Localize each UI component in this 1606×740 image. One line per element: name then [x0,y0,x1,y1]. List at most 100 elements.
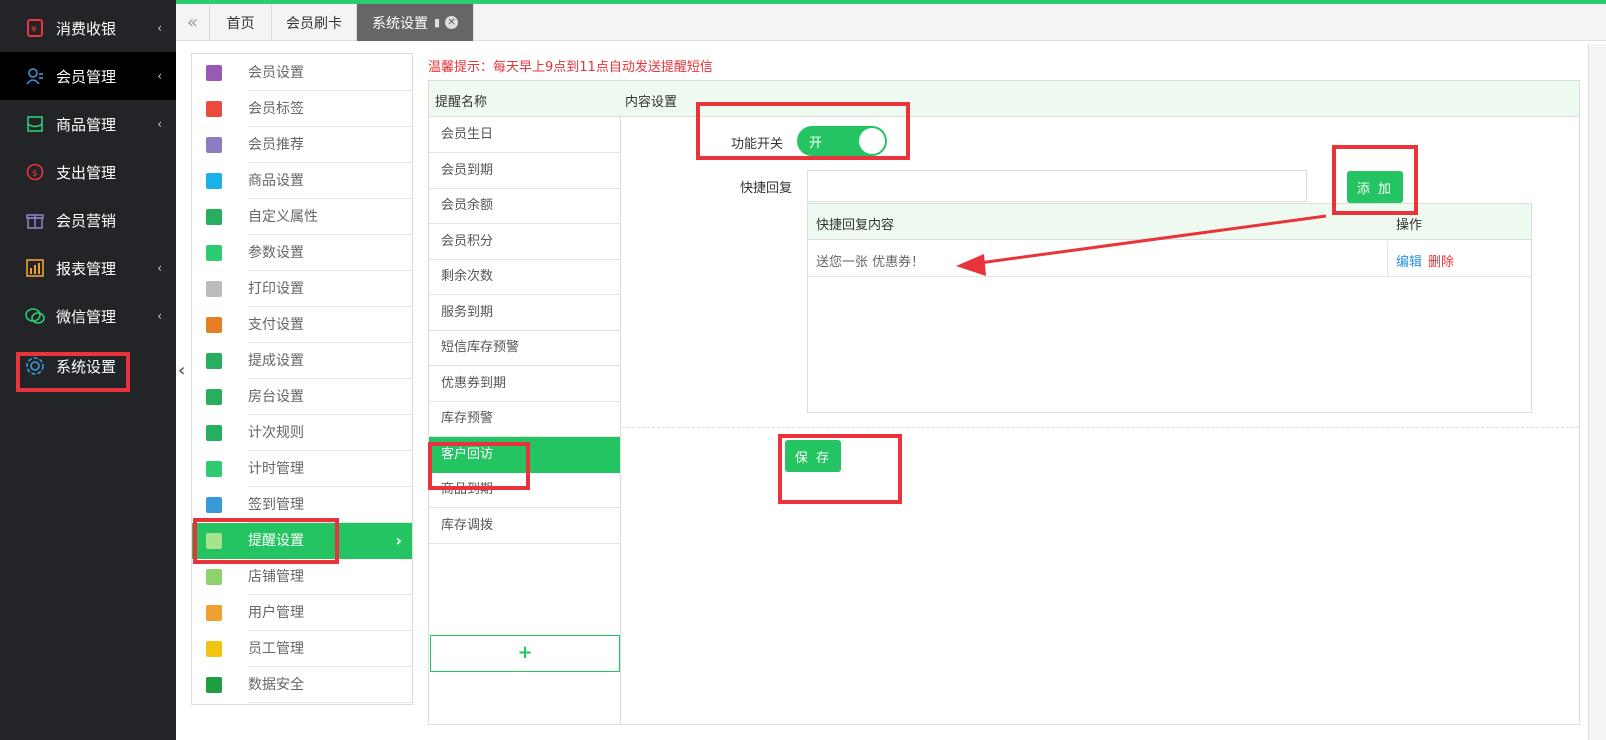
reminder-list: 库存调拨 商品到期 客户回访 库存预警 优惠券到期 短信库存预警 服务到期 剩余次数 会员积分会… [429,117,621,724]
reminder-item[interactable]: 会员积分 [429,224,620,260]
pin-icon[interactable]: ▮ [434,16,440,29]
cashier-icon: ¥ [24,17,46,39]
submenu-item[interactable]: 商品设置 [192,163,412,199]
collapse-menu-button[interactable]: ‹ [178,360,185,381]
submenu-item[interactable]: 提醒设置 › [192,523,412,559]
submenu-item[interactable]: 会员设置 [192,55,412,91]
main-sidebar: ¥ 消费收银 ‹ 会员管理 ‹ 商品管理 ‹ $ 支出管理 会员营销 报表管理 … [0,0,176,740]
submenu-item-label: 数据安全 [248,667,412,703]
add-reminder-button[interactable]: + [430,635,620,672]
sidebar-item-wechat[interactable]: 微信管理 ‹ [0,292,176,340]
reply-content: 送您一张 优惠券！ [816,255,925,270]
submenu-item[interactable]: 店铺管理 [192,559,412,595]
page-scrollbar[interactable] [1588,44,1606,740]
sidebar-item-members[interactable]: 会员管理 ‹ [0,52,176,100]
submenu-item[interactable]: 支付设置 [192,307,412,343]
tab-member-card[interactable]: 会员刷卡 [272,4,357,41]
sidebar-item-label: 系统设置 [56,357,117,376]
reminder-item[interactable]: 库存调拨 [429,508,620,544]
sidebar-item-reports[interactable]: 报表管理 ‹ [0,244,176,292]
submenu-item[interactable]: 员工管理 [192,631,412,667]
submenu-item-label: 签到管理 [248,487,412,523]
submenu-item[interactable]: 数据安全 [192,667,412,703]
sidebar-item-expense[interactable]: $ 支出管理 [0,148,176,196]
header-content-settings: 内容设置 [625,95,678,110]
submenu-item-label: 提成设置 [248,343,412,379]
sidebar-item-label: 会员管理 [56,67,117,86]
submenu-item[interactable]: 计时管理 [192,451,412,487]
goods-icon [24,113,46,135]
submenu-item-icon [206,65,222,81]
reminder-item[interactable]: 短信库存预警 [429,330,620,366]
report-icon [24,257,46,279]
toggle-knob [859,128,885,154]
submenu-item[interactable]: 用户管理 [192,595,412,631]
submenu-item-icon [206,461,222,477]
switch-label: 功能开关 [731,137,784,152]
sidebar-item-label: 消费收银 [56,19,117,38]
reminder-panel: 提醒名称 内容设置 库存调拨 商品到期 客户回访 库存预警 优惠券到期 短信库存预警 服务到… [428,80,1580,725]
sidebar-item-settings[interactable]: 系统设置 [0,342,176,390]
expense-icon: $ [24,161,46,183]
submenu-item[interactable]: 参数设置 [192,235,412,271]
edit-link[interactable]: 编辑 [1396,251,1422,270]
tab-home[interactable]: 首页 [210,4,272,41]
submenu-item-label: 会员推荐 [248,127,412,163]
tab-bar: « 首页 会员刷卡 系统设置 ▮ ✕ [176,4,1606,41]
chevron-right-icon: › [395,531,402,550]
sidebar-item-label: 支出管理 [56,163,117,182]
close-icon[interactable]: ✕ [445,16,459,29]
quick-reply-label: 快捷回复 [740,181,793,196]
reminder-item[interactable]: 会员生日 [429,117,620,153]
submenu-item-label: 自定义属性 [248,199,412,235]
reminder-item[interactable]: 会员到期 [429,153,620,189]
gift-icon [24,209,46,231]
quick-reply-input[interactable] [807,170,1307,202]
column-header-action: 操作 [1396,218,1423,233]
tab-label: 首页 [226,15,255,32]
submenu-item[interactable]: 签到管理 [192,487,412,523]
chevron-left-icon: ‹ [157,21,162,35]
submenu-item-icon [206,353,222,369]
reminder-item[interactable]: 服务到期 [429,295,620,331]
submenu-item[interactable]: 自定义属性 [192,199,412,235]
table-row: 送您一张 优惠券！ 编辑 删除 [808,241,1531,277]
submenu-item-label: 提醒设置 [248,533,304,549]
reminder-item[interactable]: 商品到期 [429,472,620,508]
reminder-item[interactable]: 剩余次数 [429,259,620,295]
sidebar-item-goods[interactable]: 商品管理 ‹ [0,100,176,148]
delete-link[interactable]: 删除 [1428,251,1454,270]
submenu-item-label: 员工管理 [248,631,412,667]
tab-system-settings[interactable]: 系统设置 ▮ ✕ [357,4,474,41]
submenu-item[interactable]: 会员标签 [192,91,412,127]
function-toggle[interactable]: 开 [797,126,887,156]
column-header-content: 快捷回复内容 [816,218,895,233]
submenu-item-label: 会员设置 [248,55,412,91]
sidebar-item-marketing[interactable]: 会员营销 [0,196,176,244]
reminder-item[interactable]: 客户回访 [429,436,620,473]
panel-header: 提醒名称 内容设置 [429,81,1579,117]
chevron-left-icon: ‹ [157,117,162,131]
submenu-item-icon [206,605,222,621]
submenu-item-icon [206,209,222,225]
tab-scroll-left-button[interactable]: « [176,4,210,41]
save-button[interactable]: 保 存 [785,440,841,472]
reminder-item[interactable]: 会员余额 [429,188,620,224]
add-button[interactable]: 添 加 [1347,171,1403,203]
submenu-item[interactable]: 会员推荐 [192,127,412,163]
member-icon [24,65,46,87]
reminder-item[interactable]: 优惠券到期 [429,366,620,402]
submenu-item[interactable]: 房台设置 [192,379,412,415]
submenu-item[interactable]: 打印设置 [192,271,412,307]
quick-reply-table: 快捷回复内容 操作 送您一张 优惠券！ 编辑 删除 [807,203,1532,413]
submenu-item-icon [206,281,222,297]
reminder-item[interactable]: 库存预警 [429,401,620,437]
sidebar-item-label: 会员营销 [56,211,117,230]
submenu-item-icon [206,101,222,117]
sidebar-item-label: 商品管理 [56,115,117,134]
sidebar-item-label: 微信管理 [56,307,117,326]
submenu-item[interactable]: 计次规则 [192,415,412,451]
settings-submenu: 会员设置 会员标签 会员推荐 商品设置 自定义属性 参数设置 打印设置 支付设置 提成设置 房台设… [191,53,413,705]
sidebar-item-cashier[interactable]: ¥ 消费收银 ‹ [0,4,176,52]
submenu-item[interactable]: 提成设置 [192,343,412,379]
